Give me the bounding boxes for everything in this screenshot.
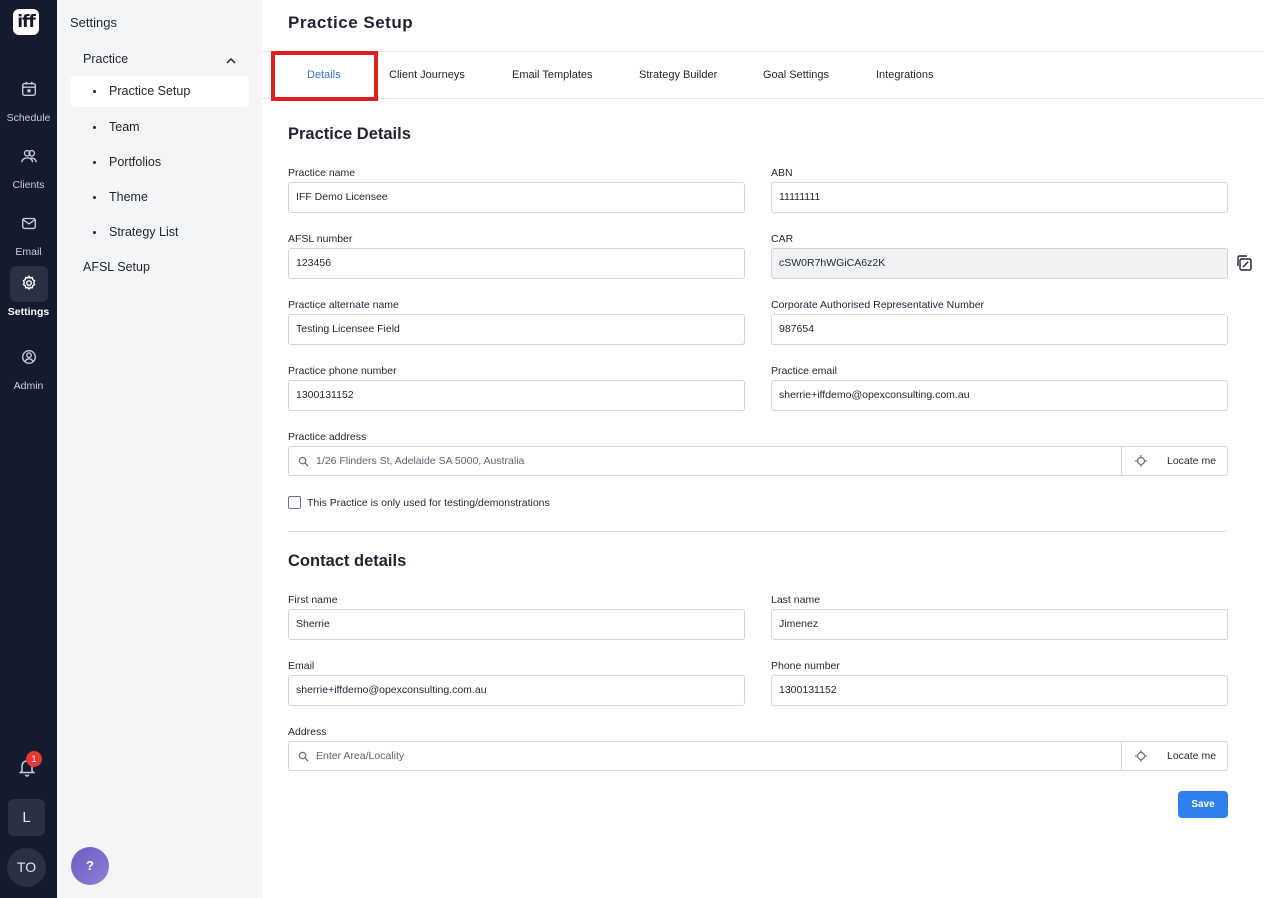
crosshair-icon xyxy=(1135,750,1147,762)
tab-client-journeys[interactable]: Client Journeys xyxy=(389,52,465,98)
rail-label: Clients xyxy=(12,179,45,191)
users-icon xyxy=(10,139,48,175)
locate-me-button[interactable]: Locate me xyxy=(1121,742,1227,770)
sidebar-item-label: Practice Setup xyxy=(109,84,191,98)
sidebar-group-practice[interactable]: Practice xyxy=(83,52,128,66)
app-rail: iff Schedule Clients Email Settings Admi… xyxy=(0,0,57,898)
sidebar-item-theme[interactable]: Theme xyxy=(70,182,249,213)
practice-details-title: Practice Details xyxy=(288,125,411,143)
abn-input[interactable]: 11111111 xyxy=(771,182,1228,213)
car-input: cSW0R7hWGiCA6z2K xyxy=(771,248,1228,279)
contact-address-placeholder: Enter Area/Locality xyxy=(316,750,405,762)
rail-item-clients[interactable]: Clients xyxy=(0,139,57,191)
chevron-up-icon[interactable] xyxy=(225,55,237,67)
contact-phone-label: Phone number xyxy=(771,660,840,672)
first-name-input[interactable]: Sherrie xyxy=(288,609,745,640)
calendar-icon xyxy=(10,72,48,108)
sidebar-item-label: Strategy List xyxy=(109,225,179,239)
practice-address-field[interactable]: 1/26 Flinders St, Adelaide SA 5000, Aust… xyxy=(288,446,1228,476)
car-number-input[interactable]: 987654 xyxy=(771,314,1228,345)
last-name-input[interactable]: Jimenez xyxy=(771,609,1228,640)
practice-name-input[interactable]: IFF Demo Licensee xyxy=(288,182,745,213)
practice-email-input[interactable]: sherrie+iffdemo@opexconsulting.com.au xyxy=(771,380,1228,411)
sidebar-item-practice-setup[interactable]: Practice Setup xyxy=(70,76,249,107)
rail-item-schedule[interactable]: Schedule xyxy=(0,72,57,124)
rail-label: Admin xyxy=(13,380,44,392)
sidebar-item-team[interactable]: Team xyxy=(70,112,249,143)
contact-address-label: Address xyxy=(288,726,327,738)
app-logo[interactable]: iff xyxy=(13,9,39,35)
user-avatar[interactable]: TO xyxy=(7,848,46,887)
section-divider xyxy=(288,531,1228,532)
mail-icon xyxy=(10,206,48,242)
user-circle-icon xyxy=(10,340,48,376)
locate-me-label: Locate me xyxy=(1167,750,1217,762)
tab-email-templates[interactable]: Email Templates xyxy=(512,52,593,98)
tab-highlight-box xyxy=(271,51,378,101)
practice-address-value: 1/26 Flinders St, Adelaide SA 5000, Aust… xyxy=(316,455,525,467)
sidebar-title: Settings xyxy=(70,15,117,30)
rail-item-email[interactable]: Email xyxy=(0,206,57,258)
locate-me-button[interactable]: Locate me xyxy=(1121,447,1227,475)
contact-phone-input[interactable]: 1300131152 xyxy=(771,675,1228,706)
workspace-avatar[interactable]: L xyxy=(8,799,45,836)
sidebar-item-label: Portfolios xyxy=(109,155,162,169)
crosshair-icon xyxy=(1135,455,1147,467)
afsl-number-label: AFSL number xyxy=(288,233,353,245)
notification-badge: 1 xyxy=(26,751,42,767)
sidebar-item-label: Team xyxy=(109,120,140,134)
last-name-label: Last name xyxy=(771,594,821,606)
tab-integrations[interactable]: Integrations xyxy=(876,52,933,98)
sidebar-item-strategy-list[interactable]: Strategy List xyxy=(70,217,249,248)
copy-icon[interactable] xyxy=(1234,253,1254,273)
page-title: Practice Setup xyxy=(288,13,414,32)
locate-me-label: Locate me xyxy=(1167,455,1217,467)
practice-phone-label: Practice phone number xyxy=(288,365,397,377)
rail-item-settings[interactable]: Settings xyxy=(0,266,57,318)
save-button[interactable]: Save xyxy=(1178,791,1228,818)
tab-bar: Details Client Journeys Email Templates … xyxy=(262,51,1264,99)
testing-checkbox[interactable] xyxy=(288,496,301,509)
rail-label: Schedule xyxy=(6,112,51,124)
testing-checkbox-label: This Practice is only used for testing/d… xyxy=(307,497,550,509)
settings-sidebar: Settings Practice Practice Setup Team Po… xyxy=(57,0,262,898)
search-icon xyxy=(298,456,309,467)
practice-phone-input[interactable]: 1300131152 xyxy=(288,380,745,411)
tab-strategy-builder[interactable]: Strategy Builder xyxy=(639,52,717,98)
rail-item-admin[interactable]: Admin xyxy=(0,340,57,392)
afsl-number-input[interactable]: 123456 xyxy=(288,248,745,279)
practice-email-label: Practice email xyxy=(771,365,837,377)
rail-label: Settings xyxy=(7,306,50,318)
practice-alternate-name-label: Practice alternate name xyxy=(288,299,399,311)
tab-goal-settings[interactable]: Goal Settings xyxy=(763,52,829,98)
contact-details-title: Contact details xyxy=(288,552,407,570)
practice-name-label: Practice name xyxy=(288,167,356,179)
car-number-label: Corporate Authorised Representative Numb… xyxy=(771,299,985,311)
abn-label: ABN xyxy=(771,167,793,179)
sidebar-item-label: Theme xyxy=(109,190,148,204)
search-icon xyxy=(298,751,309,762)
sidebar-item-afsl-setup[interactable]: AFSL Setup xyxy=(83,260,150,274)
contact-email-input[interactable]: sherrie+iffdemo@opexconsulting.com.au xyxy=(288,675,745,706)
practice-address-label: Practice address xyxy=(288,431,367,443)
sidebar-item-portfolios[interactable]: Portfolios xyxy=(70,147,249,178)
help-button[interactable]: ? xyxy=(71,847,109,885)
contact-address-field[interactable]: Enter Area/Locality Locate me xyxy=(288,741,1228,771)
first-name-label: First name xyxy=(288,594,338,606)
gear-icon xyxy=(9,266,48,302)
contact-email-label: Email xyxy=(288,660,315,672)
practice-alternate-name-input[interactable]: Testing Licensee Field xyxy=(288,314,745,345)
rail-label: Email xyxy=(15,246,42,258)
car-label: CAR xyxy=(771,233,794,245)
